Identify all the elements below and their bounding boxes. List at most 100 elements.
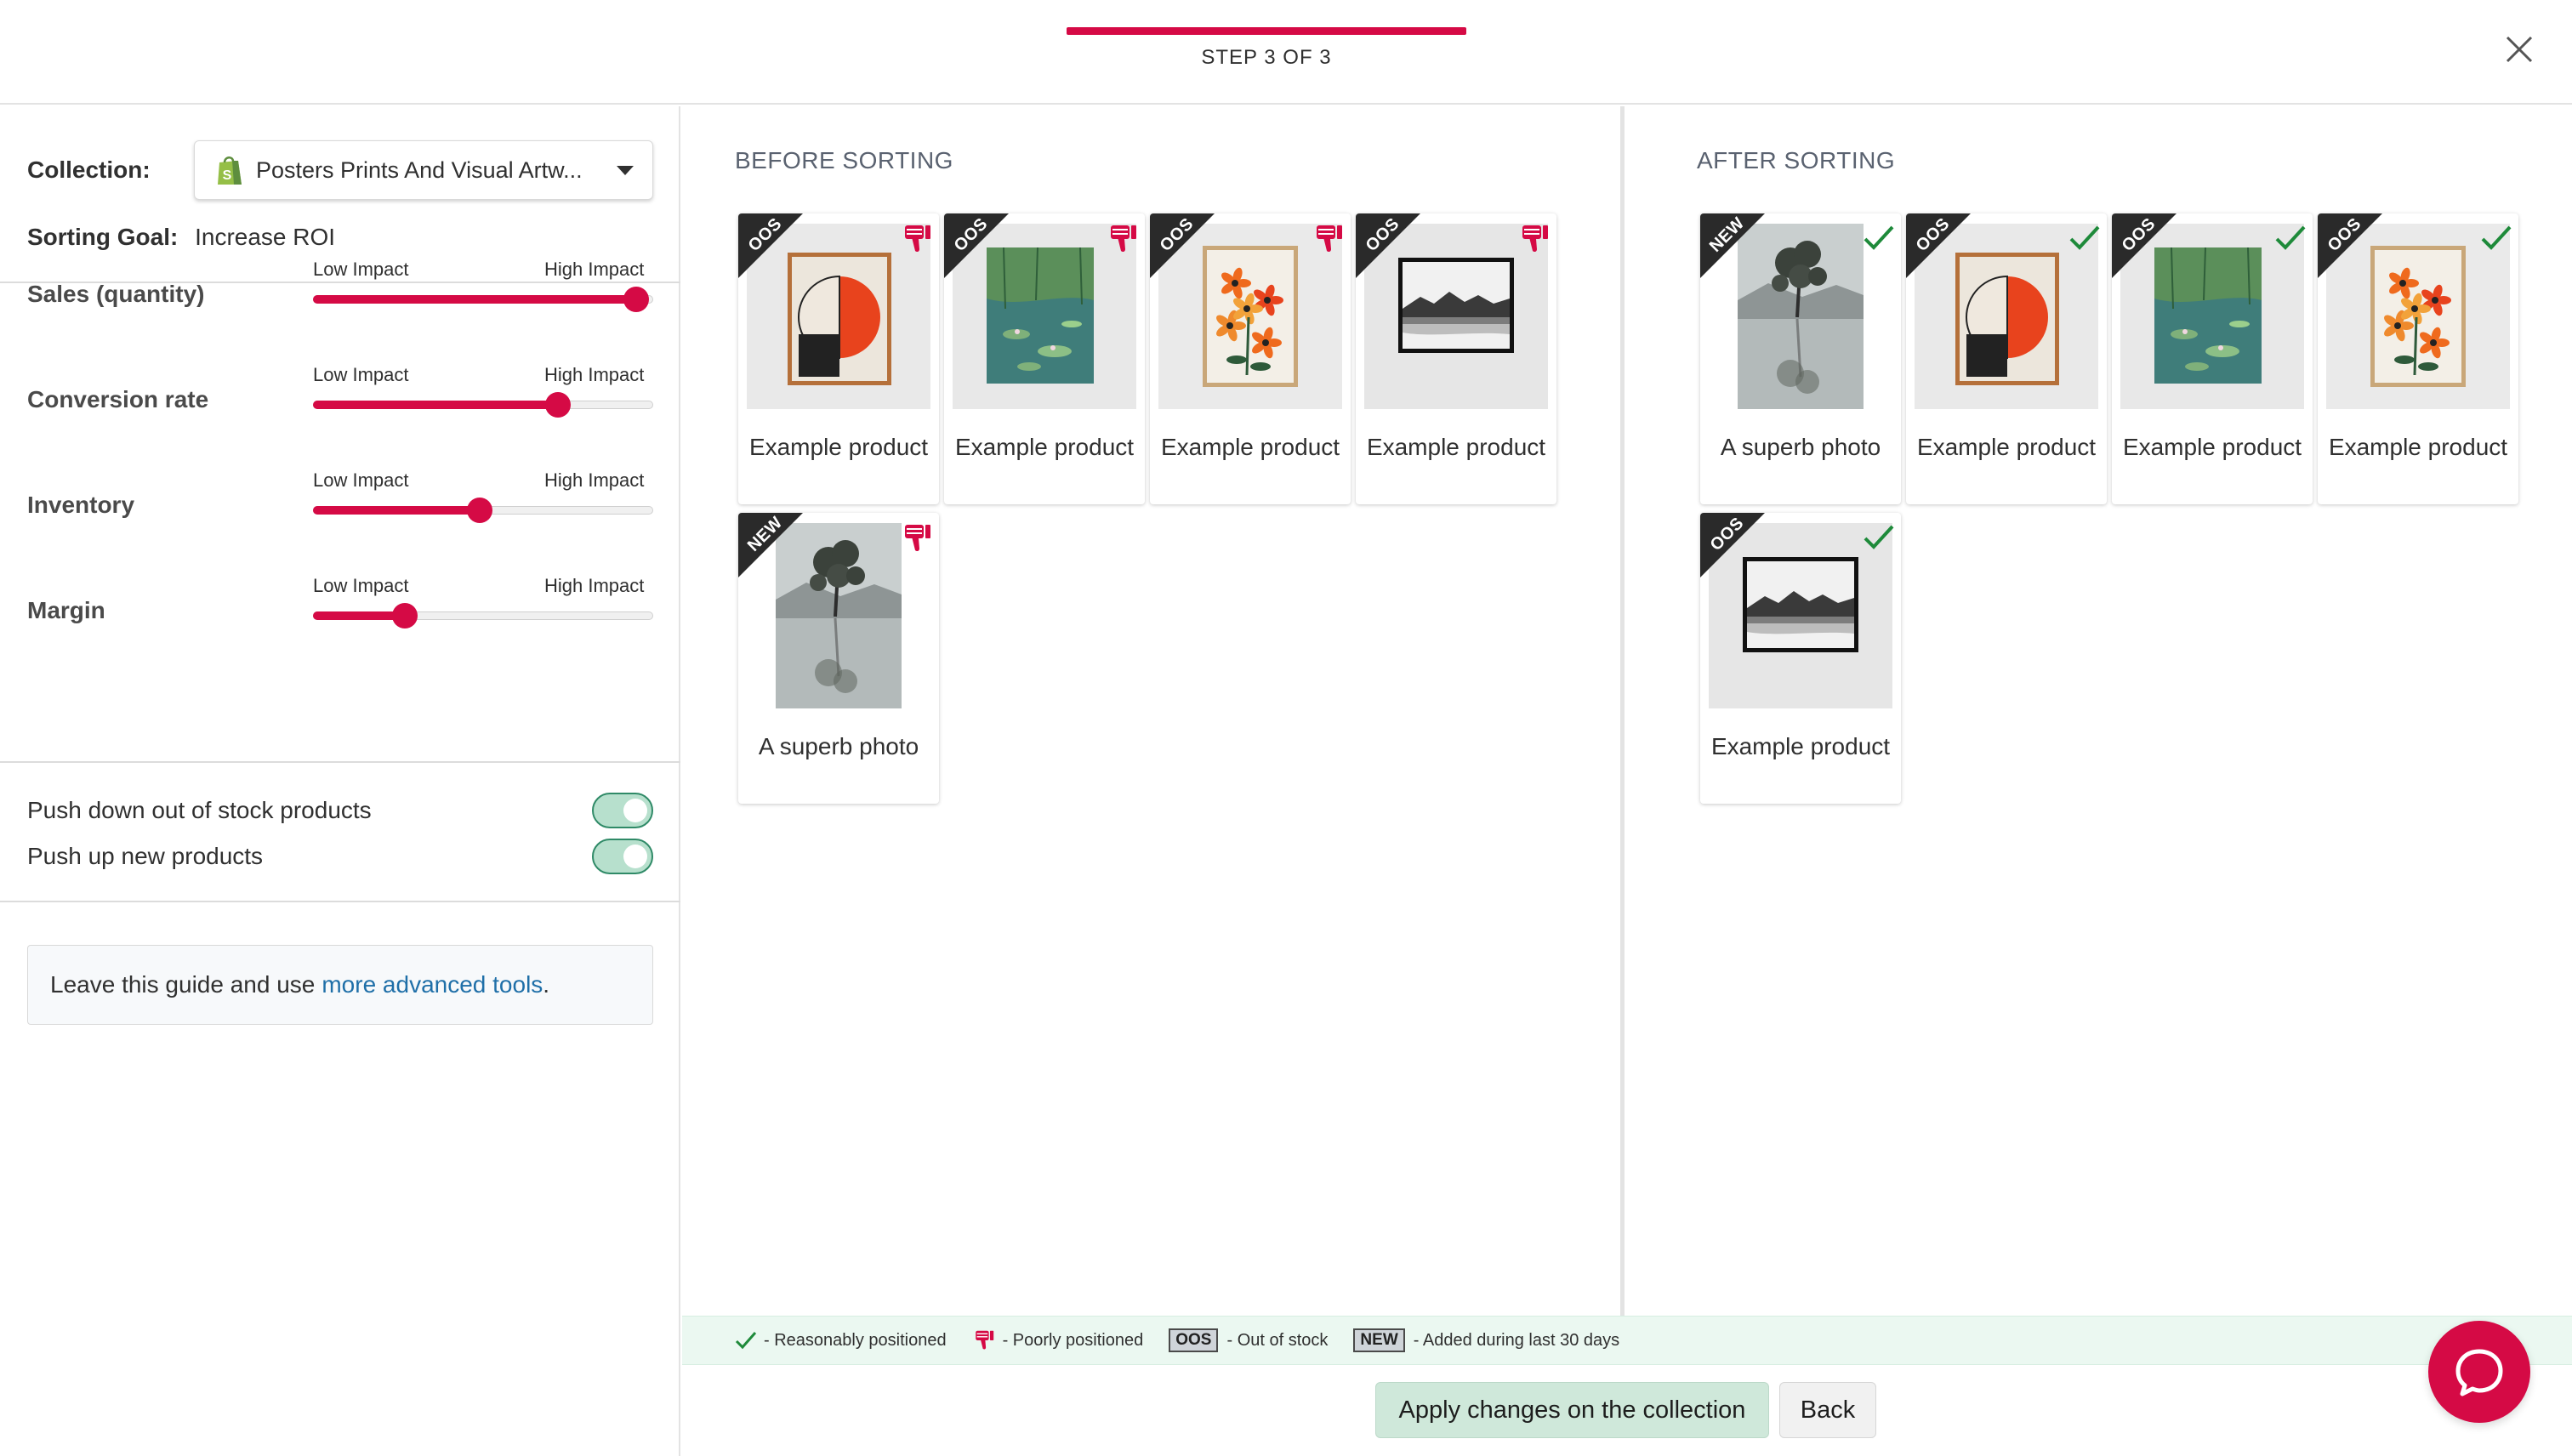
oos-badge: OOS xyxy=(2318,213,2382,278)
after-product-card[interactable]: OOS Example product xyxy=(1906,213,2107,504)
oos-badge: OOS xyxy=(1150,213,1215,278)
check-icon xyxy=(2275,225,2306,250)
push-down-oos-toggle[interactable] xyxy=(592,793,653,828)
badge-text: OOS xyxy=(2118,214,2159,256)
position-status xyxy=(900,521,934,555)
high-impact-label: High Impact xyxy=(544,364,645,385)
low-impact-label: Low Impact xyxy=(313,259,409,280)
close-icon xyxy=(2506,36,2533,63)
badge-text: NEW xyxy=(743,513,787,555)
advanced-tools-link[interactable]: more advanced tools xyxy=(322,971,543,998)
notice-suffix: . xyxy=(543,971,550,998)
oos-badge: OOS xyxy=(1700,513,1765,577)
after-product-grid: NEW A superb photo OOS Example product OOS Ex… xyxy=(1700,213,2518,804)
oos-badge: OOS xyxy=(1356,213,1420,278)
position-status xyxy=(2273,222,2307,256)
thumbs-down-icon xyxy=(1317,225,1342,253)
collection-select[interactable]: S Posters Prints And Visual Artw... xyxy=(194,140,653,200)
settings-panel: Collection: S Posters Prints And Visual … xyxy=(0,106,680,1456)
after-product-card[interactable]: OOS Example product xyxy=(1700,513,1901,804)
thumbs-down-icon xyxy=(1111,225,1136,253)
before-product-card[interactable]: NEW A superb photo xyxy=(738,513,939,804)
before-product-card[interactable]: OOS Example product xyxy=(944,213,1145,504)
position-status xyxy=(1862,222,1896,256)
legend-new-text: - Added during last 30 days xyxy=(1413,1330,1620,1350)
badge-text: OOS xyxy=(1156,214,1198,256)
product-name: Example product xyxy=(954,434,1135,460)
position-status xyxy=(2479,222,2513,256)
close-button[interactable] xyxy=(2501,31,2538,68)
oos-badge: OOS xyxy=(1906,213,1971,278)
legend-oos-text: - Out of stock xyxy=(1226,1330,1329,1350)
back-button[interactable]: Back xyxy=(1779,1382,1876,1438)
factor-row-sales-quantity: Sales (quantity) Low Impact High Impact xyxy=(0,240,680,345)
inventory-slider[interactable] xyxy=(313,498,653,523)
low-impact-label: Low Impact xyxy=(313,364,409,385)
toggle-label: Push down out of stock products xyxy=(27,797,372,823)
factor-row-inventory: Inventory Low Impact High Impact xyxy=(0,451,680,556)
chevron-down-icon xyxy=(617,165,634,175)
product-name: A superb photo xyxy=(1720,434,1881,460)
badge-text: OOS xyxy=(950,214,992,256)
thumbs-down-icon xyxy=(1522,225,1548,253)
position-status xyxy=(1517,222,1551,256)
badge-text: OOS xyxy=(1912,214,1954,256)
position-status xyxy=(1862,521,1896,555)
slider-fill xyxy=(313,401,558,409)
product-name: A superb photo xyxy=(758,733,919,759)
after-product-card[interactable]: OOS Example product xyxy=(2318,213,2518,504)
slider-thumb[interactable] xyxy=(467,498,492,523)
before-product-card[interactable]: OOS Example product xyxy=(1356,213,1556,504)
new-badge: NEW xyxy=(738,513,803,577)
push-up-new-toggle[interactable] xyxy=(592,839,653,874)
sales-quantity-slider[interactable] xyxy=(313,287,653,312)
high-impact-label: High Impact xyxy=(544,575,645,596)
after-product-card[interactable]: OOS Example product xyxy=(2112,213,2313,504)
factor-row-conversion-rate: Conversion rate Low Impact High Impact xyxy=(0,345,680,451)
before-product-card[interactable]: OOS Example product xyxy=(1150,213,1351,504)
badge-text: OOS xyxy=(2324,214,2365,256)
product-name: Example product xyxy=(1916,434,2097,460)
product-name: Example product xyxy=(748,434,929,460)
before-product-card[interactable]: OOS Example product xyxy=(738,213,939,504)
slider-thumb[interactable] xyxy=(545,392,571,418)
badge-text: OOS xyxy=(1362,214,1403,256)
position-status xyxy=(2068,222,2102,256)
divider xyxy=(0,901,680,902)
collection-value: Posters Prints And Visual Artw... xyxy=(256,156,583,183)
new-badge: NEW xyxy=(1700,213,1765,278)
position-status xyxy=(1312,222,1346,256)
thumbs-down-icon xyxy=(905,225,930,253)
after-product-card[interactable]: NEW A superb photo xyxy=(1700,213,1901,504)
footer: Apply changes on the collection Back xyxy=(682,1365,2572,1456)
apply-changes-button[interactable]: Apply changes on the collection xyxy=(1375,1382,1769,1438)
slider-thumb[interactable] xyxy=(392,603,418,628)
after-sorting-title: AFTER SORTING xyxy=(1697,147,1896,173)
toggle-row-push-down-oos: Push down out of stock products xyxy=(27,790,653,831)
legend-good: - Reasonably positioned xyxy=(735,1330,947,1351)
slider-thumb[interactable] xyxy=(623,287,649,312)
collection-row: Collection: S Posters Prints And Visual … xyxy=(27,140,653,200)
high-impact-label: High Impact xyxy=(544,259,645,280)
product-name: Example product xyxy=(1366,434,1546,460)
product-name: Example product xyxy=(2328,434,2508,460)
divider xyxy=(0,761,680,763)
oos-badge: OOS xyxy=(2112,213,2177,278)
badge-text: NEW xyxy=(1705,213,1749,256)
factor-name: Sales (quantity) xyxy=(27,281,205,307)
product-name: Example product xyxy=(1710,733,1891,759)
header: STEP 3 OF 3 xyxy=(0,0,2572,105)
legend-bar: - Reasonably positioned - Poorly positio… xyxy=(682,1316,2572,1365)
legend-new: NEW - Added during last 30 days xyxy=(1353,1328,1619,1352)
new-tag: NEW xyxy=(1353,1328,1405,1352)
margin-slider[interactable] xyxy=(313,603,653,628)
step-label: STEP 3 OF 3 xyxy=(1201,46,1332,69)
collection-label: Collection: xyxy=(27,156,151,183)
oos-tag: OOS xyxy=(1169,1328,1219,1352)
chat-widget-button[interactable] xyxy=(2428,1321,2530,1423)
shopify-bag-icon: S xyxy=(218,156,242,185)
conversion-rate-slider[interactable] xyxy=(313,392,653,418)
factor-row-margin: Margin Low Impact High Impact xyxy=(0,556,680,662)
before-product-grid: OOS Example product OOS Example product OOS E… xyxy=(738,213,1556,804)
factor-name: Conversion rate xyxy=(27,386,209,412)
